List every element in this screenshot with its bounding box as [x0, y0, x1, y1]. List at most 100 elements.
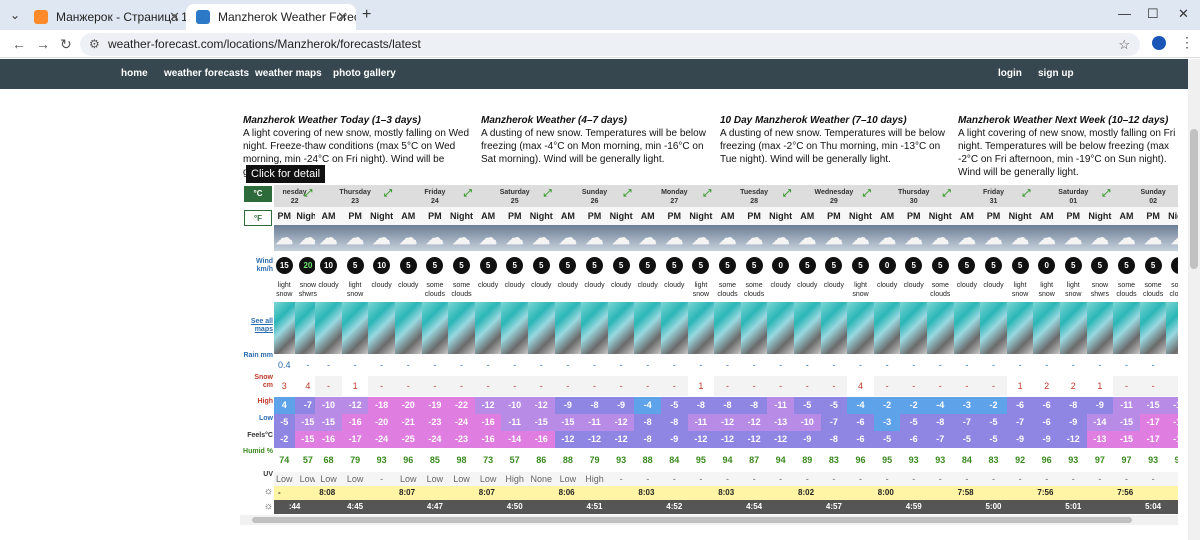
scroll-thumb[interactable] — [1190, 129, 1198, 269]
forecast-map-thumb[interactable] — [448, 302, 475, 354]
close-window-icon[interactable]: ✕ — [1178, 6, 1189, 22]
profile-avatar-icon[interactable] — [1152, 36, 1166, 50]
day-header[interactable]: Monday 27 ⤢ — [634, 185, 715, 207]
bookmark-star-icon[interactable]: ☆ — [1118, 33, 1130, 56]
forecast-map-thumb[interactable] — [581, 302, 608, 354]
forecast-map-thumb[interactable] — [714, 302, 741, 354]
day-header[interactable]: Sunday 26 ⤢ — [554, 185, 635, 207]
back-icon[interactable]: ← — [12, 36, 26, 52]
uv-value: - — [740, 472, 768, 487]
expand-icon[interactable]: ⤢ — [304, 189, 312, 199]
nav-signup[interactable]: sign up — [1038, 68, 1074, 79]
day-header[interactable]: Saturday 25 ⤢ — [474, 185, 555, 207]
forecast-map-thumb[interactable] — [767, 302, 794, 354]
expand-icon[interactable]: ⤢ — [1022, 189, 1030, 199]
nav-photo-gallery[interactable]: photo gallery — [333, 68, 396, 79]
nav-login[interactable]: login — [998, 68, 1022, 79]
forecast-map-thumb[interactable] — [900, 302, 927, 354]
sunrise-time: - — [274, 486, 316, 500]
forecast-map-thumb[interactable] — [1006, 302, 1034, 354]
day-header[interactable]: Friday 31 ⤢ — [953, 185, 1034, 207]
expand-icon[interactable]: ⤢ — [384, 189, 392, 199]
close-tab-icon[interactable]: ✕ — [169, 9, 180, 25]
forward-icon[interactable]: → — [36, 36, 50, 52]
expand-icon[interactable]: ⤢ — [943, 189, 951, 199]
forecast-map-thumb[interactable] — [740, 302, 768, 354]
fahrenheit-button[interactable]: °F — [244, 210, 272, 226]
browser-menu-icon[interactable]: ⋮ — [1180, 34, 1194, 51]
forecast-map-thumb[interactable] — [660, 302, 688, 354]
cloud-icon: ☁ — [745, 228, 764, 248]
forecast-map-thumb[interactable] — [1166, 302, 1178, 354]
forecast-map-thumb[interactable] — [421, 302, 449, 354]
forecast-map-thumb[interactable] — [554, 302, 582, 354]
forecast-summary-4: Manzherok Weather Next Week (10–12 days)… — [958, 114, 1178, 179]
new-tab-icon[interactable]: + — [362, 6, 371, 24]
day-header[interactable]: Thursday 30 ⤢ — [873, 185, 954, 207]
expand-icon[interactable]: ⤢ — [703, 189, 711, 199]
expand-icon[interactable]: ⤢ — [1102, 189, 1110, 199]
nav-weather-maps[interactable]: weather maps — [255, 68, 322, 79]
browser-tab-inactive[interactable]: Манжерок - Страница 150 - С ✕ — [24, 4, 188, 30]
cloud-icon: ☁ — [612, 228, 631, 248]
day-header[interactable]: Thursday 23 ⤢ — [315, 185, 395, 207]
close-tab-icon[interactable]: ✕ — [337, 9, 348, 25]
forecast-map-thumb[interactable] — [395, 302, 422, 354]
forecast-map-thumb[interactable] — [926, 302, 954, 354]
expand-icon[interactable]: ⤢ — [544, 189, 552, 199]
forecast-map-thumb[interactable] — [501, 302, 528, 354]
day-header[interactable]: Wednesday 29 ⤢ — [794, 185, 874, 207]
forecast-map-thumb[interactable] — [1139, 302, 1167, 354]
expand-icon[interactable]: ⤢ — [623, 189, 631, 199]
forecast-map-thumb[interactable] — [980, 302, 1007, 354]
url-field[interactable]: ⚙ weather-forecast.com/locations/Manzher… — [80, 33, 1140, 56]
site-info-icon[interactable]: ⚙ — [89, 33, 100, 56]
forecast-map-thumb[interactable] — [873, 302, 901, 354]
forecast-map-thumb[interactable] — [794, 302, 821, 354]
forecast-map-thumb[interactable] — [1113, 302, 1140, 354]
wind-cell: 5 — [687, 252, 715, 278]
maximize-icon[interactable]: ☐ — [1147, 6, 1159, 22]
h-scroll-thumb[interactable] — [252, 517, 1132, 523]
row-label-maps[interactable]: See all maps — [243, 318, 273, 334]
nav-weather-forecasts[interactable]: weather forecasts — [164, 68, 249, 79]
snow-value: 2 — [1033, 376, 1060, 396]
forecast-map-thumb[interactable] — [341, 302, 369, 354]
minimize-icon[interactable]: — — [1118, 6, 1131, 21]
celsius-button[interactable]: °C — [244, 186, 272, 202]
forecast-map-thumb[interactable] — [953, 302, 981, 354]
expand-icon[interactable]: ⤢ — [863, 189, 871, 199]
day-header[interactable]: Friday 24 ⤢ — [395, 185, 475, 207]
tab-search-icon[interactable]: ⌄ — [10, 8, 20, 22]
forecast-map-thumb[interactable] — [315, 302, 342, 354]
page-scrollbar[interactable] — [1188, 59, 1200, 540]
forecast-map-thumb[interactable] — [527, 302, 555, 354]
day-header[interactable]: Sunday02⤢ — [1113, 185, 1178, 207]
forecast-map-thumb[interactable] — [607, 302, 635, 354]
day-header[interactable]: Tuesday 28 ⤢ — [714, 185, 794, 207]
forecast-map-thumb[interactable] — [687, 302, 715, 354]
forecast-map-thumb[interactable] — [1033, 302, 1060, 354]
forecast-map-thumb[interactable] — [274, 302, 295, 354]
expand-icon[interactable]: ⤢ — [783, 189, 791, 199]
forecast-map-thumb[interactable] — [1059, 302, 1087, 354]
expand-icon[interactable]: ⤢ — [464, 189, 472, 199]
wind-speed-badge: 5 — [798, 257, 816, 274]
forecast-map-thumb[interactable] — [368, 302, 395, 354]
forecast-map-thumb[interactable] — [1086, 302, 1114, 354]
table-h-scrollbar[interactable] — [240, 515, 1178, 525]
forecast-map-thumb[interactable] — [634, 302, 661, 354]
high-temp: -2 — [873, 397, 901, 414]
forecast-map-thumb[interactable] — [474, 302, 502, 354]
forecast-map-thumb[interactable] — [820, 302, 848, 354]
forecast-map-thumb[interactable] — [847, 302, 874, 354]
reload-icon[interactable]: ↻ — [60, 36, 72, 53]
rain-value: - — [619, 360, 623, 370]
nav-home[interactable]: home — [121, 68, 148, 79]
rain-value: - — [326, 360, 330, 370]
uv-value: - — [660, 472, 688, 487]
day-header[interactable]: nesday 22 ⤢ — [274, 185, 316, 207]
browser-tab-active[interactable]: Manzherok Weather Forecast ✕ — [186, 4, 356, 30]
weather-icon: ☁ — [274, 225, 295, 251]
day-header[interactable]: Saturday 01 ⤢ — [1033, 185, 1114, 207]
